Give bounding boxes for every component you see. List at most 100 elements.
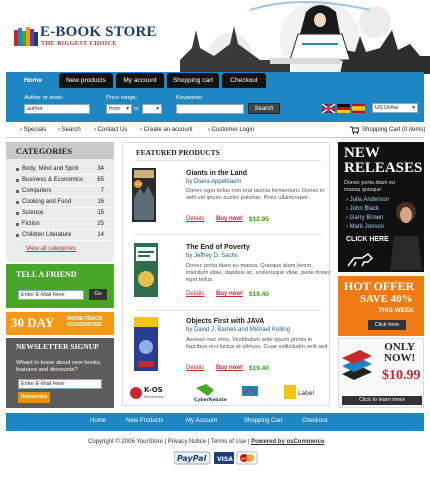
tab-shopping-cart[interactable]: Shopping cart (167, 73, 219, 88)
newsletter-text: Whant to know about new books, features … (16, 360, 102, 373)
author-link[interactable]: › Mark Jonson (346, 223, 389, 232)
link-create-account[interactable]: › Create an account (140, 127, 193, 133)
hot-offer-save: SAVE 40% (360, 293, 413, 305)
buy-now-link[interactable]: Buy now! (216, 216, 243, 222)
store-subtitle: THE BIGGEST CHOICE (41, 41, 117, 47)
tab-new-products[interactable]: New products (59, 73, 113, 88)
subscribe-button[interactable]: Subscribe (18, 392, 50, 403)
cart-icon (350, 126, 359, 134)
link-customer-login[interactable]: › Customer Login (208, 127, 254, 133)
tab-my-account[interactable]: My account (116, 73, 164, 88)
newsletter-email-input[interactable]: Enter E-Mail Here (18, 379, 102, 389)
paypal-icon: PayPal (174, 451, 211, 465)
newsletter-title: NEWSLETTER SIGNUP (16, 342, 99, 351)
currency-select[interactable]: US Dollar ▾ (372, 103, 418, 113)
author-label: Author or book: (24, 95, 64, 101)
footer-link-new-products[interactable]: New Products (126, 418, 163, 424)
divider (134, 160, 322, 161)
author-input[interactable]: author (24, 104, 90, 114)
link-specials[interactable]: › Specials (20, 127, 46, 133)
only-now-price: $10.99 (382, 368, 421, 383)
category-item[interactable]: Business & Economics 65 (16, 175, 110, 186)
tab-checkout[interactable]: Checkout (222, 73, 266, 88)
tell-friend-email-input[interactable]: Enter E-Mail Here (18, 290, 84, 300)
moneyback-text: MONEYBACK GUARANTEE (67, 316, 104, 328)
buy-now-link[interactable]: Buy now! (216, 365, 243, 371)
only-now-cta[interactable]: Click to learn more (342, 396, 422, 405)
svg-text:SALE: SALE (135, 182, 143, 186)
link-contact-us[interactable]: › Contact Us (94, 127, 127, 133)
author-link[interactable]: › Garry Brown (346, 214, 389, 223)
category-item[interactable]: Cooking and Food 16 (16, 197, 110, 208)
tab-home[interactable]: Home (10, 73, 56, 88)
view-all-categories-link[interactable]: View all categories (26, 246, 76, 252)
author-link[interactable]: › John Black (346, 205, 389, 214)
product-description: Donec eget tellus non erat lacinia ferme… (186, 188, 325, 201)
search-button[interactable]: Search (248, 103, 280, 114)
categories-title: CATEGORIES (16, 146, 73, 156)
book-cover-image[interactable] (134, 243, 158, 297)
details-link[interactable]: Details (186, 365, 204, 371)
svg-text:K-OS: K-OS (144, 386, 163, 394)
flag-germany-icon[interactable] (337, 104, 350, 113)
label-logo-icon[interactable]: Label (284, 385, 315, 399)
new-releases-text: Donec porta diam eu massa quisque: (344, 180, 396, 193)
language-flags (322, 104, 365, 113)
cyberrebate-logo-icon[interactable]: CyberRebate (194, 384, 227, 403)
tell-friend-go-button[interactable]: Go (89, 289, 107, 300)
web-search-logo-icon[interactable] (242, 386, 258, 396)
product-description: Aenean nec eros. Vestibulum ante ipsum p… (186, 337, 329, 350)
moneyback-days: 30 DAY (11, 315, 55, 330)
footer-link-home[interactable]: Home (90, 418, 106, 424)
svg-text:CyberRebate: CyberRebate (194, 397, 227, 403)
chevron-down-icon: ▾ (156, 106, 159, 112)
details-link[interactable]: Details (186, 216, 204, 222)
category-item[interactable]: Body, Mind and Spirit 34 (16, 164, 110, 175)
hero-illustration (180, 0, 430, 74)
product-title[interactable]: Giants in the Land (186, 170, 247, 177)
hot-offer-cta[interactable]: Click here (368, 320, 406, 330)
svg-text:Multimedia: Multimedia (144, 395, 163, 399)
kos-multimedia-logo-icon[interactable]: K-OSMultimedia (130, 386, 163, 399)
book-cover-image[interactable] (134, 317, 158, 371)
price-to-label: to (134, 106, 139, 112)
category-item[interactable]: Children Literature 14 (16, 230, 110, 241)
flag-spain-icon[interactable] (352, 104, 365, 113)
category-item[interactable]: Science 15 (16, 208, 110, 219)
details-link[interactable]: Details (186, 291, 204, 297)
category-item[interactable]: Computers 7 (16, 186, 110, 197)
only-now-text: ONLY NOW! (384, 341, 416, 364)
featured-title: FEATURED PRODUCTS (136, 148, 220, 157)
price-from-select[interactable]: from ▾ (106, 104, 132, 114)
footer-link-checkout[interactable]: Checkout (302, 418, 327, 424)
powered-by-link[interactable]: Powered by osCommerce (251, 439, 324, 445)
category-item[interactable]: Fiction 25 (16, 219, 110, 230)
price-range-label: Price range: (106, 95, 138, 101)
flag-uk-icon[interactable] (322, 104, 336, 113)
link-search[interactable]: › Search (58, 127, 81, 133)
book-cover-image[interactable]: SALE (132, 168, 156, 222)
payment-methods: PayPal VISA MC (174, 451, 258, 465)
visa-icon: VISA (214, 452, 234, 464)
svg-text:Label: Label (298, 390, 315, 397)
keywords-input[interactable] (176, 104, 244, 114)
privacy-link[interactable]: Privacy Notice (168, 439, 206, 445)
author-link[interactable]: › Julia Anderson (346, 196, 389, 205)
new-releases-authors: › Julia Anderson › John Black › Garry Br… (346, 196, 389, 232)
new-releases-cta[interactable]: CLICK HERE (346, 236, 389, 244)
product-author: by Jeffrey D. Sachs (186, 253, 238, 259)
store-title[interactable]: E-BOOK STORE (40, 24, 157, 41)
product-title[interactable]: Objects First with JAVA (186, 318, 264, 325)
buy-now-link[interactable]: Buy now! (216, 291, 243, 297)
chevron-down-icon: ▾ (412, 105, 415, 111)
terms-link[interactable]: Terms of Use (211, 439, 246, 445)
product-author: by David J. Barnes and Michael Kolling (186, 327, 291, 333)
price-to-select[interactable]: ▾ (142, 104, 162, 114)
chevron-down-icon: ▾ (126, 106, 129, 112)
hot-offer-title: HOT OFFER (344, 279, 415, 293)
footer-link-shopping-cart[interactable]: Shopping Cart (244, 418, 282, 424)
shopping-cart-link[interactable]: Shopping Cart (0 items) (362, 127, 425, 133)
footer-link-my-account[interactable]: My Account (186, 418, 217, 424)
svg-text:MC: MC (241, 457, 247, 461)
product-title[interactable]: The End of Poverty (186, 244, 250, 251)
